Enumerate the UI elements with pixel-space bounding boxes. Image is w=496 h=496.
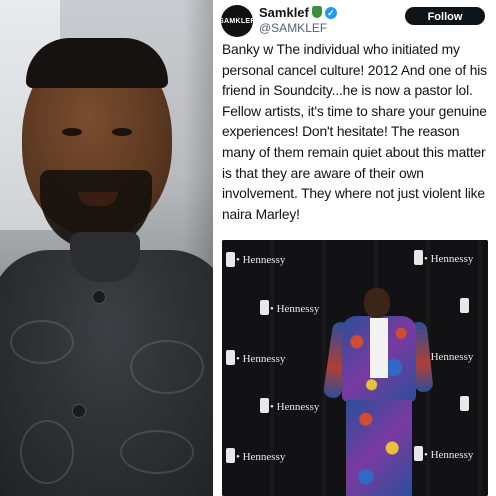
display-name[interactable]: Samklef ✓ xyxy=(259,5,337,20)
shirt-pattern xyxy=(130,340,204,394)
shirt-pattern xyxy=(10,320,74,364)
backdrop-label: • Hennessy xyxy=(270,303,320,315)
backdrop-label: • Hennessy xyxy=(236,254,286,266)
shirt-button xyxy=(72,404,86,418)
backdrop-label: • Hennessy xyxy=(424,253,474,265)
shirt-pattern xyxy=(120,430,194,474)
backdrop-label: • Hennessy xyxy=(270,401,320,413)
patterned-trousers xyxy=(346,400,412,496)
tweet-card: SAMKLEF Samklef ✓ @SAMKLEF Follow Banky w… xyxy=(213,0,496,496)
head xyxy=(364,288,390,318)
white-shirt xyxy=(370,318,388,378)
user-handle[interactable]: @SAMKLEF xyxy=(259,21,327,35)
avatar[interactable]: SAMKLEF xyxy=(219,5,255,37)
verified-badge-icon: ✓ xyxy=(324,7,337,19)
tweet-media-image[interactable]: • Hennessy • Hennessy • Hennessy • Henne… xyxy=(222,240,488,496)
nba-logo-icon xyxy=(226,448,235,463)
snake-emoji-icon xyxy=(311,6,322,18)
nba-logo-icon xyxy=(260,398,269,413)
backdrop-label: • Hennessy xyxy=(236,451,286,463)
screenshot: SAMKLEF Samklef ✓ @SAMKLEF Follow Banky w… xyxy=(0,0,496,496)
nba-logo-icon xyxy=(460,396,469,411)
nba-logo-icon xyxy=(460,298,469,313)
shirt-collar xyxy=(70,232,140,282)
nba-logo-icon xyxy=(226,252,235,267)
backdrop-label: • Hennessy xyxy=(236,353,286,365)
hair xyxy=(26,38,168,88)
nba-logo-icon xyxy=(414,250,423,265)
left-eye xyxy=(62,128,82,136)
shirt-button xyxy=(92,290,106,304)
tweet-text: Banky w The individual who initiated my … xyxy=(222,42,487,222)
nba-logo-icon xyxy=(226,350,235,365)
shirt-pattern xyxy=(20,420,74,484)
nba-logo-icon xyxy=(260,300,269,315)
right-eye xyxy=(112,128,132,136)
follow-button[interactable]: Follow xyxy=(405,7,485,25)
person-photo xyxy=(0,0,213,496)
avatar-text: SAMKLEF xyxy=(219,17,255,25)
person-in-patterned-suit xyxy=(322,288,442,496)
display-name-text: Samklef xyxy=(259,5,309,20)
